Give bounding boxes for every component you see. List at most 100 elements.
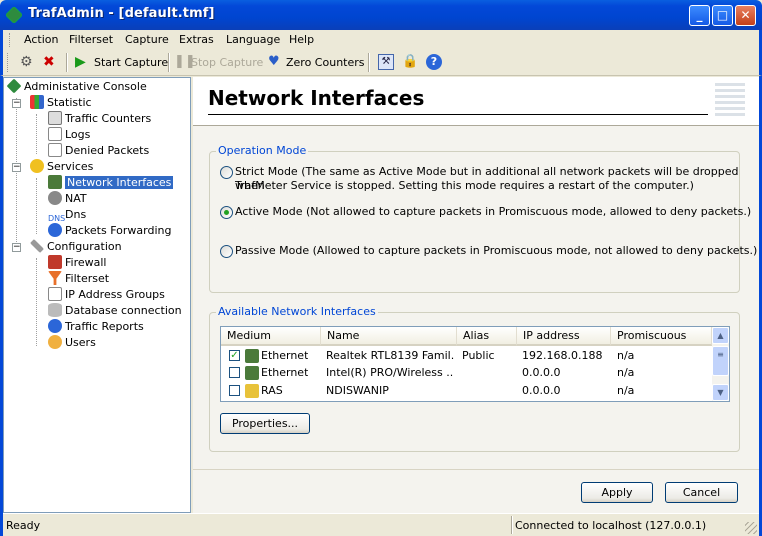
scroll-up-icon[interactable]: ▲ xyxy=(712,327,729,344)
menu-extras[interactable]: Extras xyxy=(179,33,214,46)
tree-traffic-reports[interactable]: Traffic Reports xyxy=(48,319,144,335)
help-icon[interactable]: ? xyxy=(426,54,442,70)
tree-denied-packets[interactable]: Denied Packets xyxy=(48,143,149,159)
column-alias[interactable]: Alias xyxy=(457,327,517,346)
cell-alias: Public xyxy=(462,349,495,362)
lock-icon[interactable]: 🔒 xyxy=(402,54,418,70)
cell-medium: Ethernet xyxy=(261,366,309,379)
interface-checkbox[interactable] xyxy=(229,367,240,378)
toolbar: ⚙ ✖ ▶ Start Capture ❚❚ Stop Capture ♥ Ze… xyxy=(0,50,762,76)
tree-ip-address-groups[interactable]: IP Address Groups xyxy=(48,287,165,303)
status-connection: Connected to localhost (127.0.0.1) xyxy=(515,519,707,532)
collapse-services-icon[interactable]: − xyxy=(12,163,21,172)
cell-ip: 192.168.0.188 xyxy=(522,349,603,362)
status-ready: Ready xyxy=(6,519,41,532)
menu-bar: Action Filterset Capture Extras Language… xyxy=(0,30,762,50)
tree-logs-label: Logs xyxy=(65,128,91,141)
resize-grip-icon[interactable] xyxy=(745,522,757,534)
column-ip-address[interactable]: IP address xyxy=(517,327,611,346)
list-scrollbar[interactable]: ▲ ≡ ▼ xyxy=(712,327,729,401)
tree-database-connection-label: Database connection xyxy=(65,304,182,317)
menu-capture[interactable]: Capture xyxy=(125,33,169,46)
zero-counters-icon: ♥ xyxy=(268,54,280,69)
tree-firewall[interactable]: Firewall xyxy=(48,255,106,271)
tree-firewall-label: Firewall xyxy=(65,256,107,269)
tree-network-interfaces[interactable]: Network Interfaces xyxy=(48,175,174,191)
cell-promiscuous: n/a xyxy=(617,349,635,362)
maximize-button[interactable]: □ xyxy=(712,5,733,26)
column-name[interactable]: Name xyxy=(321,327,457,346)
network-settings-icon[interactable]: ⚒ xyxy=(378,54,394,70)
disconnect-icon[interactable]: ✖ xyxy=(43,54,59,70)
database-icon xyxy=(48,303,62,317)
network-card-icon xyxy=(48,175,62,189)
tree-traffic-counters[interactable]: Traffic Counters xyxy=(48,111,151,127)
cell-ip: 0.0.0.0 xyxy=(522,366,561,379)
cancel-button[interactable]: Cancel xyxy=(665,482,738,503)
tree-root[interactable]: Administative Console xyxy=(6,78,147,95)
tree-logs[interactable]: Logs xyxy=(48,127,90,143)
play-icon: ▶ xyxy=(75,54,86,70)
minimize-button[interactable]: _ xyxy=(689,5,710,26)
stop-capture-button[interactable]: Stop Capture xyxy=(191,55,263,71)
cell-promiscuous: n/a xyxy=(617,366,635,379)
pause-icon: ❚❚ xyxy=(174,54,196,69)
menu-action[interactable]: Action xyxy=(24,33,58,46)
apply-button[interactable]: Apply xyxy=(581,482,653,503)
menu-language[interactable]: Language xyxy=(226,33,280,46)
table-row[interactable]: ✓ Ethernet Realtek RTL8139 Famil... Publ… xyxy=(221,347,712,365)
tree-dns[interactable]: DNSDns xyxy=(48,207,87,226)
passive-mode-radio[interactable] xyxy=(220,245,233,258)
tree-connector xyxy=(16,98,17,246)
tree-packets-forwarding[interactable]: Packets Forwarding xyxy=(48,223,171,239)
cell-medium: Ethernet xyxy=(261,349,309,362)
scroll-thumb[interactable]: ≡ xyxy=(712,346,729,376)
tree-statistic[interactable]: Statistic xyxy=(30,95,92,111)
interface-checkbox[interactable] xyxy=(229,385,240,396)
properties-button[interactable]: Properties... xyxy=(220,413,310,434)
column-medium[interactable]: Medium xyxy=(221,327,321,346)
table-row[interactable]: Ethernet Intel(R) PRO/Wireless ... 0.0.0… xyxy=(221,364,712,382)
close-button[interactable]: ✕ xyxy=(735,5,756,26)
users-icon xyxy=(48,335,62,349)
interfaces-list[interactable]: Medium Name Alias IP address Promiscuous… xyxy=(220,326,730,402)
chart-icon xyxy=(30,95,44,109)
tree-services[interactable]: Services xyxy=(30,159,93,175)
tree-filterset[interactable]: Filterset xyxy=(48,271,109,287)
tree-packets-forwarding-label: Packets Forwarding xyxy=(65,224,172,237)
start-capture-button[interactable]: Start Capture xyxy=(94,55,168,71)
tree-database-connection[interactable]: Database connection xyxy=(48,303,182,319)
scroll-down-icon[interactable]: ▼ xyxy=(712,384,729,401)
cell-name: Intel(R) PRO/Wireless ... xyxy=(326,366,454,379)
nat-icon xyxy=(48,191,62,205)
cell-name: Realtek RTL8139 Famil... xyxy=(326,349,454,362)
toolbar-grip xyxy=(7,53,9,72)
tree-connector xyxy=(36,258,37,346)
window-title: TrafAdmin - [default.tmf] xyxy=(28,6,215,21)
collapse-statistic-icon[interactable]: − xyxy=(12,99,21,108)
menu-filterset[interactable]: Filterset xyxy=(69,33,113,46)
collapse-configuration-icon[interactable]: − xyxy=(12,243,21,252)
tree-ip-address-groups-label: IP Address Groups xyxy=(65,288,165,301)
title-bar: TrafAdmin - [default.tmf] _ □ ✕ xyxy=(0,0,762,30)
table-row[interactable]: RAS NDISWANIP 0.0.0.0 n/a xyxy=(221,382,712,400)
menu-help[interactable]: Help xyxy=(289,33,314,46)
list-icon xyxy=(48,287,62,301)
title-underline xyxy=(208,114,708,115)
strict-mode-radio[interactable] xyxy=(220,166,233,179)
tree-dns-label: Dns xyxy=(65,208,87,221)
wrench-icon xyxy=(30,239,44,253)
tree-traffic-counters-label: Traffic Counters xyxy=(65,112,152,125)
tree-nat[interactable]: NAT xyxy=(48,191,87,207)
column-promiscuous[interactable]: Promiscuous xyxy=(611,327,712,346)
tree-configuration-label: Configuration xyxy=(47,240,122,253)
active-mode-radio[interactable] xyxy=(220,206,233,219)
tree-users[interactable]: Users xyxy=(48,335,96,351)
zero-counters-button[interactable]: Zero Counters xyxy=(286,55,365,71)
document-icon xyxy=(48,127,62,141)
navigation-tree[interactable]: Administative Console − Statistic Traffi… xyxy=(3,77,191,513)
tree-configuration[interactable]: Configuration xyxy=(30,239,122,255)
interface-checkbox[interactable]: ✓ xyxy=(229,350,240,361)
connect-icon[interactable]: ⚙ xyxy=(20,54,36,70)
counter-icon xyxy=(48,111,62,125)
